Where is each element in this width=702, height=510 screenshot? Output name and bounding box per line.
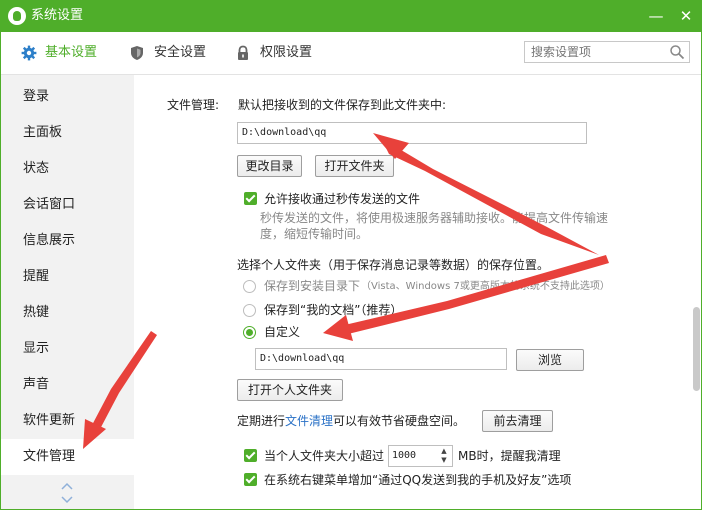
size-reminder-prefix: 当个人文件夹大小超过 — [264, 449, 385, 463]
sidebar-item-display[interactable]: 显示 — [1, 331, 134, 367]
sidebar-item-file-management[interactable]: 文件管理 — [1, 439, 134, 475]
tab-label: 权限设置 — [260, 45, 313, 60]
fast-transfer-description-1: 秒传发送的文件，将使用极速服务器辅助接收。能提高文件传输速 — [260, 211, 609, 225]
open-personal-folder-button[interactable]: 打开个人文件夹 — [237, 379, 343, 401]
size-reminder-checkbox[interactable] — [244, 449, 257, 462]
size-reminder-suffix: MB时，提醒我清理 — [458, 449, 561, 463]
context-menu-checkbox[interactable] — [244, 473, 257, 486]
go-cleanup-button[interactable]: 前去清理 — [482, 410, 553, 432]
qq-logo-icon — [8, 7, 26, 25]
allow-fast-transfer-label: 允许接收通过秒传发送的文件 — [264, 192, 421, 206]
cleanup-suffix: 可以有效节省硬盘空间。 — [333, 414, 466, 428]
search-box — [524, 41, 690, 63]
sidebar-item-reminders[interactable]: 提醒 — [1, 259, 134, 295]
sidebar-item-chat-window[interactable]: 会话窗口 — [1, 187, 134, 223]
file-cleanup-link[interactable]: 文件清理 — [285, 414, 333, 428]
sidebar-item-status[interactable]: 状态 — [1, 151, 134, 187]
sidebar-item-software-update[interactable]: 软件更新 — [1, 403, 134, 439]
option-my-documents-label: 保存到“我的文档”（推荐） — [264, 303, 403, 317]
window-title: 系统设置 — [31, 8, 84, 23]
personal-folder-label: 选择个人文件夹（用于保存消息记录等数据）的保存位置。 — [237, 258, 550, 272]
section-label: 文件管理: — [167, 98, 220, 112]
option-install-dir-note: （Vista、Windows 7或更高版本的系统不支持此选项） — [361, 281, 610, 292]
allow-fast-transfer-checkbox[interactable] — [244, 192, 257, 205]
stepper-up-icon[interactable]: ▲ — [438, 447, 450, 456]
search-icon[interactable] — [669, 44, 685, 60]
tab-permission-settings[interactable]: 权限设置 — [235, 32, 325, 74]
browse-button[interactable]: 浏览 — [516, 349, 584, 371]
change-directory-button[interactable]: 更改目录 — [237, 155, 302, 177]
search-input[interactable] — [531, 43, 663, 61]
tab-bar: 基本设置 安全设置 权限设置 — [1, 32, 701, 75]
radio-custom[interactable] — [243, 326, 256, 339]
lock-icon — [238, 45, 248, 60]
sidebar-item-sound[interactable]: 声音 — [1, 367, 134, 403]
content-panel: 文件管理: 默认把接收到的文件保存到此文件夹中: D:\download\qq … — [134, 75, 701, 509]
gear-icon — [21, 45, 37, 61]
chevron-up-icon[interactable] — [61, 481, 73, 491]
size-limit-value: 1000 — [392, 450, 417, 461]
fast-transfer-description-2: 度，缩短传输时间。 — [260, 227, 369, 241]
stepper-down-icon[interactable]: ▼ — [438, 456, 450, 465]
chevron-down-icon[interactable] — [61, 495, 73, 505]
sidebar-item-info-display[interactable]: 信息展示 — [1, 223, 134, 259]
settings-window: 系统设置 — ✕ 基本设置 安全设置 权限设置 搜索设置项 登录 主面板 状态 … — [0, 0, 702, 510]
scrollbar-thumb[interactable] — [693, 307, 700, 391]
tab-label: 基本设置 — [45, 45, 98, 60]
content-scrollbar[interactable] — [692, 75, 701, 509]
context-menu-label: 在系统右键菜单增加“通过QQ发送到我的手机及好友”选项 — [264, 473, 572, 487]
save-path-field[interactable]: D:\download\qq — [237, 122, 587, 144]
option-custom-label: 自定义 — [264, 325, 301, 339]
sidebar-item-login[interactable]: 登录 — [1, 79, 134, 115]
cleanup-text: 定期进行文件清理可以有效节省硬盘空间。 — [237, 413, 465, 429]
title-bar: 系统设置 — ✕ — [1, 1, 701, 32]
close-button[interactable]: ✕ — [674, 4, 698, 28]
minimize-button[interactable]: — — [644, 4, 668, 28]
sidebar: 登录 主面板 状态 会话窗口 信息展示 提醒 热键 显示 声音 软件更新 文件管… — [1, 75, 134, 509]
open-folder-button[interactable]: 打开文件夹 — [315, 155, 394, 177]
custom-path-field[interactable]: D:\download\qq — [255, 348, 507, 370]
save-folder-description: 默认把接收到的文件保存到此文件夹中: — [238, 98, 447, 112]
cleanup-prefix: 定期进行 — [237, 414, 286, 428]
radio-my-documents[interactable] — [243, 304, 256, 317]
sidebar-item-main-panel[interactable]: 主面板 — [1, 115, 134, 151]
tab-security-settings[interactable]: 安全设置 — [129, 32, 219, 74]
tab-basic-settings[interactable]: 基本设置 — [21, 32, 111, 74]
shield-icon — [131, 46, 143, 60]
tab-label: 安全设置 — [154, 45, 207, 60]
sidebar-item-hotkeys[interactable]: 热键 — [1, 295, 134, 331]
radio-install-dir[interactable] — [243, 280, 256, 293]
size-limit-stepper[interactable]: 1000 ▲ ▼ — [388, 445, 453, 467]
option-install-dir-label: 保存到安装目录下 — [264, 279, 361, 293]
